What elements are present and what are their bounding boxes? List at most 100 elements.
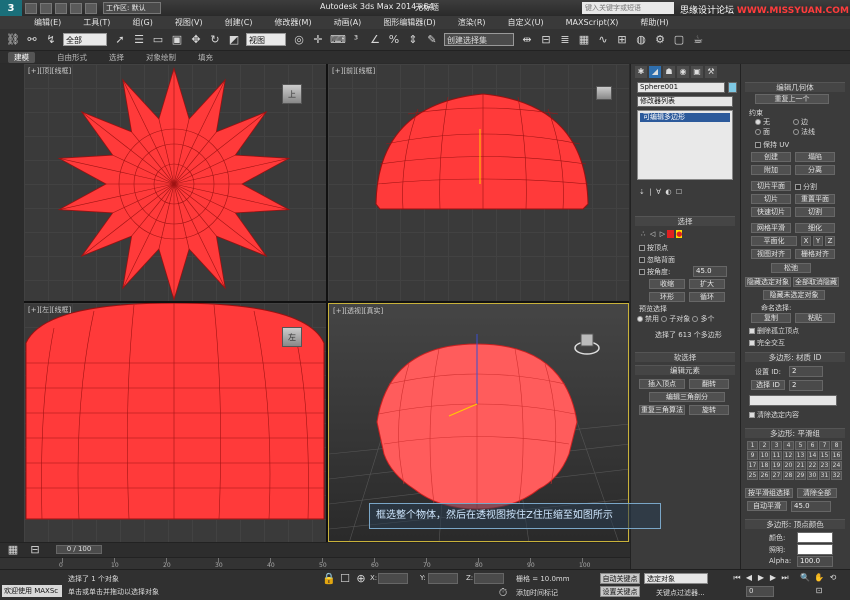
menu-views[interactable]: 视图(V) — [175, 17, 203, 28]
clear-selection-checkbox[interactable]: 清除选定内容 — [749, 410, 799, 420]
smoothing-group-buttons[interactable]: 1 2 3 4 5 6 7 8 9 10 11 12 13 14 15 16 17 18 19 20 21 22 23 24 2… — [747, 441, 842, 480]
smoothing-groups-rollout-title[interactable]: 多边形: 平滑组 — [745, 428, 845, 438]
utilities-tab-icon[interactable]: ⚒ — [705, 66, 717, 78]
absolute-mode-icon[interactable]: ⊕ — [354, 572, 368, 586]
key-filters-button[interactable]: 关键点过滤器... — [656, 588, 705, 598]
illum-swatch[interactable] — [797, 544, 833, 555]
auto-smooth-input[interactable]: 45.0 — [791, 501, 831, 512]
create-tab-icon[interactable]: ✱ — [635, 66, 647, 78]
select-id-button[interactable]: 选择 ID — [751, 380, 785, 390]
snaps-toggle-icon[interactable]: ³ — [349, 33, 363, 47]
z-coord-input[interactable] — [474, 573, 504, 584]
smoothing-group-1[interactable]: 1 — [747, 441, 758, 450]
loop-button[interactable]: 循环 — [689, 292, 725, 302]
smoothing-group-16[interactable]: 16 — [831, 451, 842, 460]
smoothing-group-20[interactable]: 20 — [783, 461, 794, 470]
constraint-normal-radio[interactable]: 法线 — [793, 127, 815, 137]
material-name-select[interactable] — [749, 395, 837, 406]
detach-button[interactable]: 分离 — [795, 165, 835, 175]
auto-key-button[interactable]: 自动关键点 — [600, 573, 640, 584]
create-button[interactable]: 创建 — [751, 152, 791, 162]
search-input[interactable]: 键入关键字或短语 — [582, 2, 674, 14]
window-crossing-icon[interactable]: ▣ — [170, 33, 184, 47]
render-setup-icon[interactable]: ⚙ — [653, 33, 667, 47]
grid-align-button[interactable]: 栅格对齐 — [795, 249, 835, 259]
shrink-button[interactable]: 收缩 — [649, 279, 685, 289]
menu-group[interactable]: 组(G) — [132, 17, 152, 28]
smoothing-group-28[interactable]: 28 — [783, 471, 794, 480]
full-interactivity-checkbox[interactable]: 完全交互 — [749, 338, 785, 348]
menu-help[interactable]: 帮助(H) — [640, 17, 668, 28]
unhide-all-button[interactable]: 全部取消隐藏 — [793, 277, 839, 287]
by-angle-checkbox[interactable]: 按角度: — [639, 267, 670, 277]
attach-button[interactable]: 附加 — [751, 165, 791, 175]
hide-unselected-button[interactable]: 隐藏未选定对象 — [763, 290, 825, 300]
tab-modeling[interactable]: 建模 — [8, 51, 35, 63]
copy-button[interactable]: 复制 — [751, 313, 791, 323]
track-bar[interactable]: 0 10 20 30 40 50 60 70 80 90 100 — [0, 557, 630, 569]
select-id-input[interactable]: 2 — [789, 380, 823, 391]
planarize-y-button[interactable]: Y — [813, 236, 823, 246]
selection-rollout-title[interactable]: 选择 — [635, 216, 735, 226]
selection-filter-select[interactable]: 全部 — [63, 33, 107, 46]
ignore-backface-checkbox[interactable]: 忽略背面 — [639, 255, 675, 265]
add-time-tag-button[interactable]: 添加时间标记 — [516, 588, 558, 598]
workspace-select[interactable]: 工作区: 默认 — [103, 2, 161, 14]
viewport-label-front[interactable]: [+][前][线框] — [332, 66, 375, 76]
pan-icon[interactable]: ✋ — [814, 573, 824, 583]
constraint-none-radio[interactable]: 无 — [755, 117, 770, 127]
menu-maxscript[interactable]: MAXScript(X) — [566, 18, 619, 27]
maximize-viewport-icon[interactable]: ⊡ — [814, 586, 824, 596]
y-coord-input[interactable] — [428, 573, 458, 584]
tab-freeform[interactable]: 自由形式 — [57, 52, 87, 63]
hide-selected-button[interactable]: 隐藏选定对象 — [745, 277, 791, 287]
smoothing-group-10[interactable]: 10 — [759, 451, 770, 460]
repeat-last-button[interactable]: 重复上一个 — [755, 94, 829, 104]
subobject-level-icons[interactable]: ∴ ◁ ▷ ■ ● — [641, 230, 683, 238]
next-frame-icon[interactable]: ▶ — [768, 573, 778, 583]
smoothing-group-11[interactable]: 11 — [771, 451, 782, 460]
prev-frame-icon[interactable]: ◀ — [744, 573, 754, 583]
smoothing-group-17[interactable]: 17 — [747, 461, 758, 470]
smoothing-group-23[interactable]: 23 — [819, 461, 830, 470]
delete-isolated-checkbox[interactable]: 删除孤立顶点 — [749, 326, 799, 336]
color-swatch[interactable] — [797, 532, 833, 543]
select-object-icon[interactable]: ➚ — [113, 33, 127, 47]
modifier-list-select[interactable]: 修改器列表 — [637, 96, 733, 107]
isolate-icon[interactable]: ☐ — [338, 572, 352, 586]
modifier-stack[interactable]: 可编辑多边形 — [637, 110, 733, 180]
motion-tab-icon[interactable]: ◉ — [677, 66, 689, 78]
smoothing-group-8[interactable]: 8 — [831, 441, 842, 450]
insert-vertex-button[interactable]: 插入顶点 — [639, 379, 685, 389]
set-id-input[interactable]: 2 — [789, 366, 823, 377]
edit-elements-rollout-title[interactable]: 编辑元素 — [635, 365, 735, 375]
smoothing-group-22[interactable]: 22 — [807, 461, 818, 470]
smoothing-group-31[interactable]: 31 — [819, 471, 830, 480]
smoothing-group-13[interactable]: 13 — [795, 451, 806, 460]
menu-customize[interactable]: 自定义(U) — [508, 17, 544, 28]
smoothing-group-29[interactable]: 29 — [795, 471, 806, 480]
meshsmooth-button[interactable]: 网格平滑 — [751, 223, 791, 233]
smoothing-group-6[interactable]: 6 — [807, 441, 818, 450]
open-file-icon[interactable] — [40, 2, 52, 14]
viewport-label-top[interactable]: [+][顶][线框] — [28, 66, 71, 76]
smoothing-group-18[interactable]: 18 — [759, 461, 770, 470]
viewport-top[interactable]: [+][顶][线框] 上 — [24, 64, 326, 301]
key-filter-select[interactable]: 选定对象 — [644, 573, 708, 584]
layer-manager-icon[interactable]: ≣ — [558, 33, 572, 47]
select-by-name-icon[interactable]: ☰ — [132, 33, 146, 47]
undo-icon[interactable] — [70, 2, 82, 14]
tab-selection[interactable]: 选择 — [109, 52, 124, 63]
tab-populate[interactable]: 填充 — [198, 52, 213, 63]
view-align-button[interactable]: 视图对齐 — [751, 249, 791, 259]
viewcube-icon[interactable] — [596, 86, 612, 100]
alpha-input[interactable]: 100.0 — [797, 556, 833, 567]
bind-spacewarp-icon[interactable]: ↯ — [44, 33, 58, 47]
spinner-snap-icon[interactable]: ⇕ — [406, 33, 420, 47]
edit-triangulation-button[interactable]: 编辑三角剖分 — [649, 392, 725, 402]
track-bar-toggle-icon[interactable]: ⊟ — [28, 543, 42, 557]
auto-smooth-button[interactable]: 自动平滑 — [747, 501, 787, 511]
play-icon[interactable]: ▶ — [756, 573, 766, 583]
zoom-icon[interactable]: 🔍 — [800, 573, 810, 583]
paste-button[interactable]: 粘贴 — [795, 313, 835, 323]
